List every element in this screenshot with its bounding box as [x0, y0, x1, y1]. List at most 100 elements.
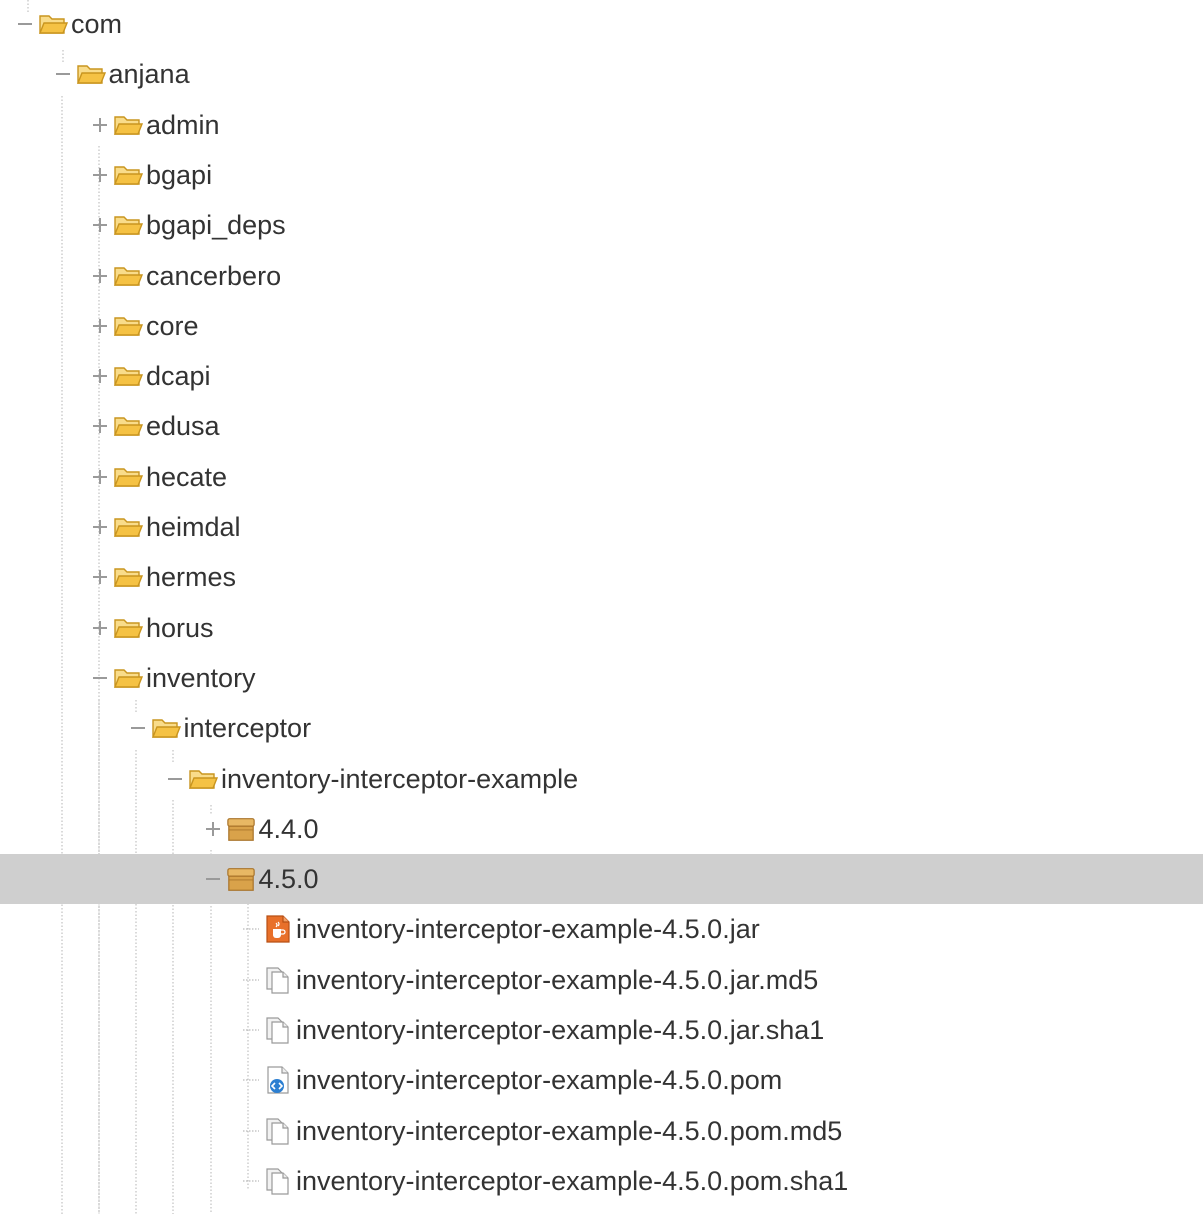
tree-node[interactable]: core — [91, 301, 199, 351]
tree-node-label[interactable]: inventory-interceptor-example-4.5.0.pom.… — [296, 1106, 842, 1156]
tree-node[interactable]: inventory-interceptor-example-4.5.0.pom.… — [241, 1106, 842, 1156]
tree-node[interactable]: bgapi_deps — [91, 200, 286, 250]
tree-node-label[interactable]: inventory-interceptor-example-4.5.0.jar.… — [296, 1005, 824, 1055]
tree-row-hermes[interactable]: hermes — [0, 552, 1203, 602]
tree-node[interactable]: inventory-interceptor-example-4.5.0.pom.… — [241, 1156, 848, 1206]
tree-node-label[interactable]: horus — [146, 603, 214, 653]
tree-row-interceptor[interactable]: interceptor — [0, 703, 1203, 753]
tree-node[interactable]: edusa — [91, 401, 220, 451]
tree-node[interactable]: inventory-interceptor-example-4.5.0.jar.… — [241, 955, 818, 1005]
tree-node-label[interactable]: admin — [146, 100, 220, 150]
expand-icon[interactable] — [91, 468, 109, 486]
tree-node-label[interactable]: inventory-interceptor-example-4.5.0.pom.… — [296, 1156, 848, 1206]
tree-node-label[interactable]: hermes — [146, 552, 236, 602]
tree-node-label[interactable]: heimdal — [146, 502, 241, 552]
tree-row-file-jar[interactable]: inventory-interceptor-example-4.5.0.jar — [0, 904, 1203, 954]
folder-open-icon — [151, 714, 181, 742]
expand-icon[interactable] — [91, 166, 109, 184]
tree-row-version-4-5-0[interactable]: 4.5.0 — [0, 854, 1203, 905]
tree-node-label[interactable]: hecate — [146, 452, 227, 502]
tree-node-label[interactable]: edusa — [146, 401, 220, 451]
tree-node[interactable]: heimdal — [91, 502, 241, 552]
expand-icon[interactable] — [91, 367, 109, 385]
tree-node[interactable]: cancerbero — [91, 251, 281, 301]
tree-node[interactable]: com — [16, 0, 122, 49]
tree-row-file-pom-md5[interactable]: inventory-interceptor-example-4.5.0.pom.… — [0, 1106, 1203, 1156]
collapse-icon[interactable] — [204, 870, 222, 888]
tree-node[interactable]: horus — [91, 603, 214, 653]
expand-icon[interactable] — [91, 317, 109, 335]
tree-connector — [241, 1172, 259, 1190]
tree-row-com[interactable]: com — [0, 0, 1203, 49]
tree-node[interactable]: hermes — [91, 552, 236, 602]
tree-node[interactable]: inventory — [91, 653, 256, 703]
tree-row-core[interactable]: core — [0, 301, 1203, 351]
tree-node-label[interactable]: inventory-interceptor-example-4.5.0.pom — [296, 1055, 782, 1105]
tree-node-label[interactable]: 4.5.0 — [259, 854, 319, 904]
expand-icon[interactable] — [91, 417, 109, 435]
tree-row-horus[interactable]: horus — [0, 603, 1203, 653]
expand-icon[interactable] — [204, 820, 222, 838]
tree-node-label[interactable]: inventory-interceptor-example-4.5.0.jar — [296, 904, 760, 954]
tree-node[interactable]: hecate — [91, 452, 227, 502]
tree-node-label[interactable]: 4.4.0 — [259, 804, 319, 854]
tree-node-label[interactable]: anjana — [109, 49, 190, 99]
expand-icon[interactable] — [91, 568, 109, 586]
tree-node[interactable]: inventory-interceptor-example-4.5.0.jar — [241, 904, 760, 954]
collapse-icon[interactable] — [16, 15, 34, 33]
tree-node[interactable]: bgapi — [91, 150, 212, 200]
tree-node[interactable]: anjana — [54, 49, 190, 99]
tree-node-label[interactable]: com — [71, 0, 122, 49]
folder-open-icon — [113, 111, 143, 139]
tree-row-bgapi-deps[interactable]: bgapi_deps — [0, 200, 1203, 250]
repository-tree: com anjana admin bgapi bgapi_deps cancerbero c… — [0, 0, 1203, 1214]
expand-icon[interactable] — [91, 216, 109, 234]
tree-row-dcapi[interactable]: dcapi — [0, 351, 1203, 401]
tree-node[interactable]: inventory-interceptor-example-4.5.0.pom — [241, 1055, 782, 1105]
folder-open-icon — [113, 262, 143, 290]
expand-icon[interactable] — [91, 116, 109, 134]
tree-node-label[interactable]: cancerbero — [146, 251, 281, 301]
collapse-icon[interactable] — [166, 770, 184, 788]
collapse-icon[interactable] — [54, 65, 72, 83]
folder-open-icon — [76, 60, 106, 88]
tree-node[interactable]: inventory-interceptor-example-4.5.0.jar.… — [241, 1005, 824, 1055]
tree-row-version-4-4-0[interactable]: 4.4.0 — [0, 804, 1203, 854]
tree-node-label[interactable]: inventory-interceptor-example — [221, 754, 578, 804]
pom-file-icon — [263, 1066, 293, 1094]
tree-row-file-jar-md5[interactable]: inventory-interceptor-example-4.5.0.jar.… — [0, 955, 1203, 1005]
folder-open-icon — [113, 614, 143, 642]
tree-row-hecate[interactable]: hecate — [0, 452, 1203, 502]
collapse-icon[interactable] — [129, 719, 147, 737]
tree-node[interactable]: dcapi — [91, 351, 211, 401]
tree-row-file-pom[interactable]: inventory-interceptor-example-4.5.0.pom — [0, 1055, 1203, 1105]
tree-row-heimdal[interactable]: heimdal — [0, 502, 1203, 552]
tree-node-label[interactable]: interceptor — [184, 703, 312, 753]
tree-node-label[interactable]: inventory-interceptor-example-4.5.0.jar.… — [296, 955, 818, 1005]
tree-row-cancerbero[interactable]: cancerbero — [0, 251, 1203, 301]
tree-node[interactable]: 4.4.0 — [204, 804, 319, 854]
tree-node-label[interactable]: bgapi — [146, 150, 212, 200]
tree-row-anjana[interactable]: anjana — [0, 49, 1203, 99]
tree-row-file-jar-sha1[interactable]: inventory-interceptor-example-4.5.0.jar.… — [0, 1005, 1203, 1055]
collapse-icon[interactable] — [91, 669, 109, 687]
tree-node-label[interactable]: inventory — [146, 653, 256, 703]
tree-node-label[interactable]: dcapi — [146, 351, 211, 401]
checksum-file-icon — [263, 1016, 293, 1044]
tree-row-edusa[interactable]: edusa — [0, 401, 1203, 451]
tree-node[interactable]: 4.5.0 — [204, 854, 319, 904]
tree-node-label[interactable]: bgapi_deps — [146, 200, 286, 250]
tree-row-inventory-interceptor-example[interactable]: inventory-interceptor-example — [0, 754, 1203, 804]
tree-node[interactable]: interceptor — [129, 703, 312, 753]
tree-node[interactable]: inventory-interceptor-example — [166, 754, 578, 804]
tree-row-file-pom-sha1[interactable]: inventory-interceptor-example-4.5.0.pom.… — [0, 1156, 1203, 1206]
tree-node-label[interactable]: core — [146, 301, 199, 351]
expand-icon[interactable] — [91, 518, 109, 536]
tree-row-admin[interactable]: admin — [0, 100, 1203, 150]
tree-row-bgapi[interactable]: bgapi — [0, 150, 1203, 200]
folder-open-icon — [113, 161, 143, 189]
tree-node[interactable]: admin — [91, 100, 220, 150]
tree-row-inventory[interactable]: inventory — [0, 653, 1203, 703]
expand-icon[interactable] — [91, 619, 109, 637]
expand-icon[interactable] — [91, 267, 109, 285]
